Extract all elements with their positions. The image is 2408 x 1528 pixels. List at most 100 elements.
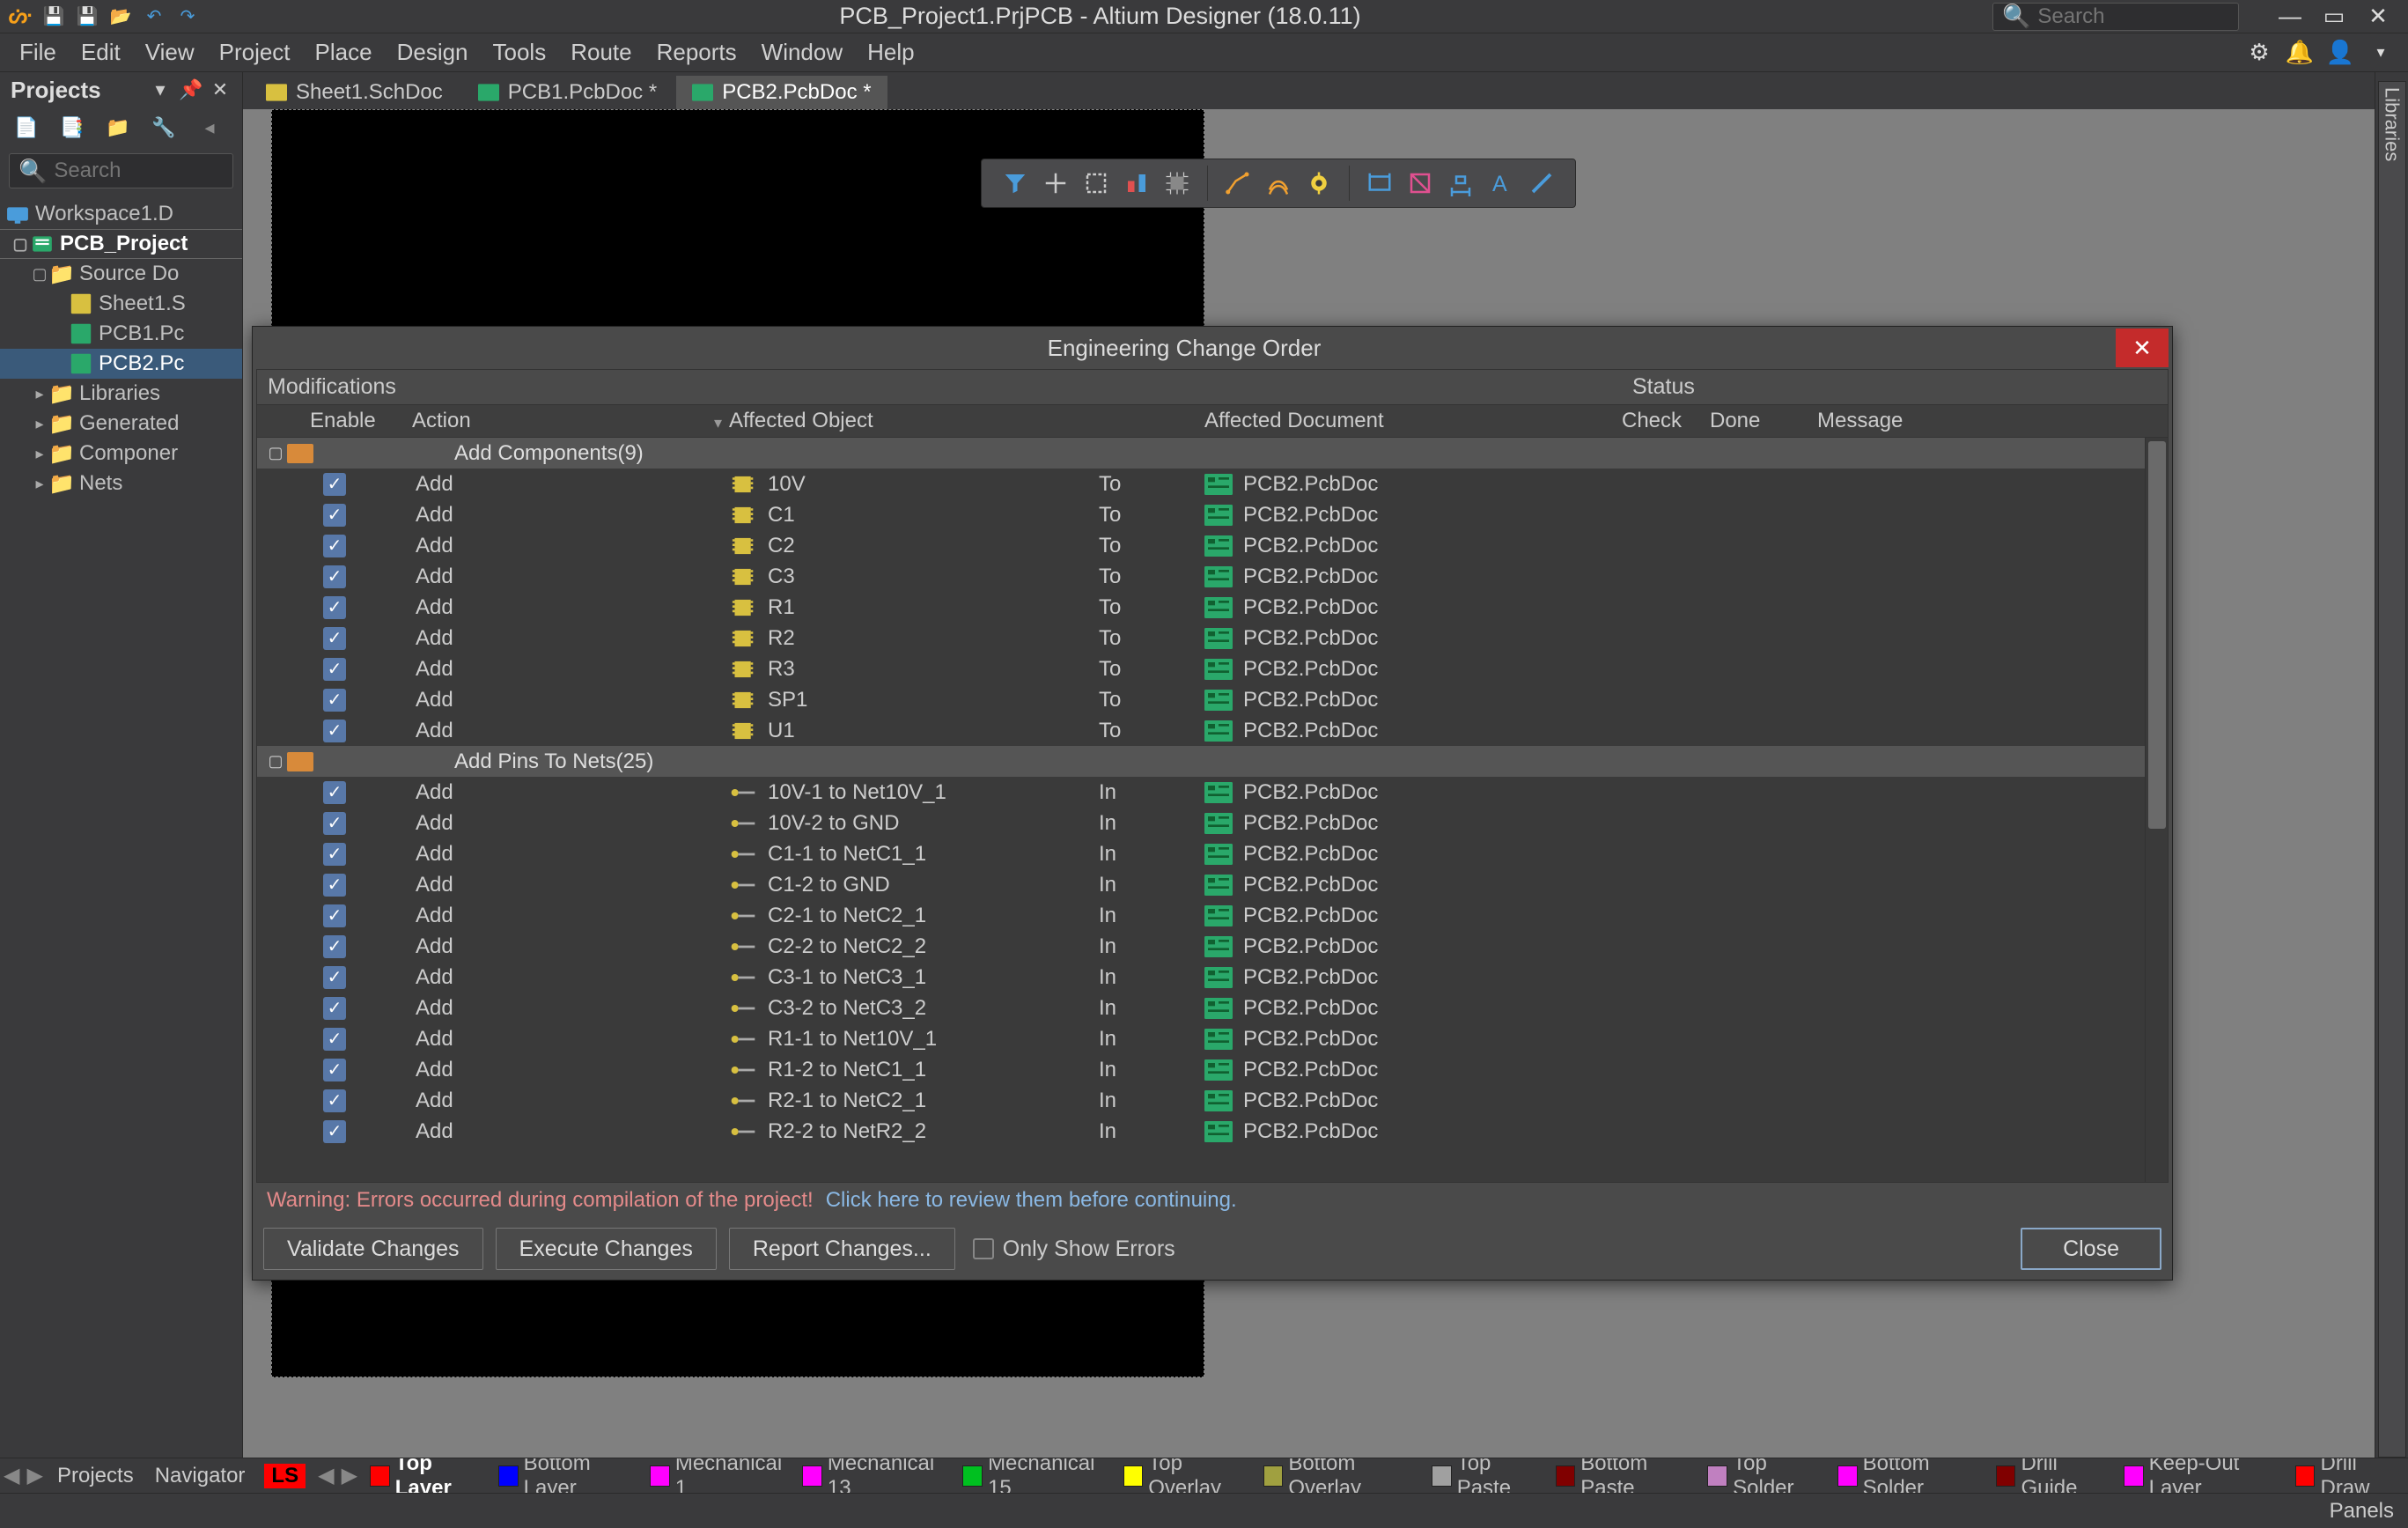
global-search-input[interactable] — [2037, 4, 2229, 29]
eco-row[interactable]: ✓ Add C2-2 to NetC2_2 In PCB2.PcbDoc — [257, 931, 2145, 962]
panel-tab-navigator[interactable]: Navigator — [144, 1462, 256, 1490]
expand-icon[interactable]: ▸ — [30, 415, 49, 433]
pcb-canvas[interactable]: A Engineering Change Order ✕ Modificatio… — [243, 109, 2375, 1458]
user-icon[interactable]: 👤 — [2325, 38, 2355, 68]
libraries-tab[interactable]: Libraries — [2378, 81, 2406, 1458]
col-action[interactable]: Action▾ — [412, 409, 729, 433]
eco-row[interactable]: ✓ Add R1-2 to NetC1_1 In PCB2.PcbDoc — [257, 1054, 2145, 1085]
dimension-icon[interactable] — [1360, 164, 1399, 203]
enable-checkbox[interactable]: ✓ — [323, 966, 346, 989]
notifications-icon[interactable]: 🔔 — [2285, 38, 2315, 68]
line-icon[interactable] — [1522, 164, 1561, 203]
col-check[interactable]: Check — [1622, 409, 1710, 433]
col-affected-document[interactable]: Affected Document — [1204, 409, 1622, 433]
close-button[interactable]: Close — [2021, 1228, 2161, 1270]
eco-row[interactable]: ✓ Add U1 To PCB2.PcbDoc — [257, 715, 2145, 746]
project-toggle-icon[interactable]: ◂ — [194, 112, 225, 144]
project-new-icon[interactable]: 📄 — [11, 112, 42, 144]
menu-project[interactable]: Project — [207, 33, 303, 71]
close-window-button[interactable]: ✕ — [2366, 3, 2390, 30]
enable-checkbox[interactable]: ✓ — [323, 504, 346, 527]
enable-checkbox[interactable]: ✓ — [323, 997, 346, 1020]
layer-tab[interactable]: Bottom Solder — [1829, 1458, 1987, 1493]
tree-document[interactable]: Sheet1.S — [0, 289, 242, 319]
enable-checkbox[interactable]: ✓ — [323, 843, 346, 866]
eco-row[interactable]: ✓ Add R2-1 to NetC2_1 In PCB2.PcbDoc — [257, 1085, 2145, 1116]
eco-close-button[interactable]: ✕ — [2116, 328, 2169, 367]
collapse-icon[interactable]: ▢ — [257, 444, 287, 462]
text-icon[interactable]: A — [1482, 164, 1521, 203]
collapse-icon[interactable]: ▢ — [257, 752, 287, 771]
eco-row[interactable]: ✓ Add R3 To PCB2.PcbDoc — [257, 653, 2145, 684]
eco-row[interactable]: ✓ Add 10V-1 to Net10V_1 In PCB2.PcbDoc — [257, 777, 2145, 808]
menu-route[interactable]: Route — [558, 33, 644, 71]
layer-tab[interactable]: Mechanical 15 — [954, 1458, 1114, 1493]
layer-tab[interactable]: Top Layer — [361, 1458, 490, 1493]
enable-checkbox[interactable]: ✓ — [323, 473, 346, 496]
document-tab[interactable]: PCB1.PcbDoc * — [462, 76, 673, 109]
eco-row[interactable]: ✓ Add C3-1 to NetC3_1 In PCB2.PcbDoc — [257, 962, 2145, 993]
enable-checkbox[interactable]: ✓ — [323, 904, 346, 927]
layer-tab[interactable]: Drill Draw — [2286, 1458, 2408, 1493]
maximize-button[interactable]: ▭ — [2322, 3, 2346, 30]
layer-tab[interactable]: Drill Guide — [1987, 1458, 2115, 1493]
layer-set-button[interactable]: LS — [264, 1464, 306, 1488]
enable-checkbox[interactable]: ✓ — [323, 1120, 346, 1143]
layer-scroll-left-icon[interactable]: ◀ — [314, 1463, 338, 1488]
enable-checkbox[interactable]: ✓ — [323, 627, 346, 650]
enable-checkbox[interactable]: ✓ — [323, 781, 346, 804]
layer-tab[interactable]: Mechanical 1 — [641, 1458, 793, 1493]
component-icon[interactable] — [1158, 164, 1197, 203]
expand-icon[interactable]: ▢ — [11, 235, 30, 254]
panel-tab-projects[interactable]: Projects — [47, 1462, 144, 1490]
panel-menu-icon[interactable]: ▾ — [149, 78, 172, 101]
menu-design[interactable]: Design — [385, 33, 481, 71]
measure-icon[interactable] — [1441, 164, 1480, 203]
enable-checkbox[interactable]: ✓ — [323, 935, 346, 958]
document-tab[interactable]: PCB2.PcbDoc * — [676, 76, 887, 109]
save-all-icon[interactable]: 💾 — [74, 4, 100, 30]
menu-edit[interactable]: Edit — [69, 33, 133, 71]
expand-icon[interactable]: ▢ — [30, 265, 49, 284]
menu-tools[interactable]: Tools — [481, 33, 559, 71]
menu-help[interactable]: Help — [855, 33, 926, 71]
eco-row[interactable]: ✓ Add R2 To PCB2.PcbDoc — [257, 623, 2145, 653]
layer-tab[interactable]: Bottom Layer — [490, 1458, 641, 1493]
via-icon[interactable] — [1300, 164, 1338, 203]
panel-close-icon[interactable]: ✕ — [209, 78, 232, 101]
filter-icon[interactable] — [996, 164, 1035, 203]
enable-checkbox[interactable]: ✓ — [323, 596, 346, 619]
execute-changes-button[interactable]: Execute Changes — [496, 1228, 717, 1270]
eco-row[interactable]: ✓ Add 10V To PCB2.PcbDoc — [257, 469, 2145, 499]
layer-tab[interactable]: Mechanical 13 — [793, 1458, 954, 1493]
layer-scroll-right-icon[interactable]: ▶ — [338, 1463, 362, 1488]
col-message[interactable]: Message — [1807, 409, 2168, 433]
eco-row[interactable]: ✓ Add C1-1 to NetC1_1 In PCB2.PcbDoc — [257, 838, 2145, 869]
settings-icon[interactable]: ⚙ — [2244, 38, 2274, 68]
menu-window[interactable]: Window — [749, 33, 855, 71]
enable-checkbox[interactable]: ✓ — [323, 658, 346, 681]
eco-row[interactable]: ✓ Add R1 To PCB2.PcbDoc — [257, 592, 2145, 623]
diff-pair-route-icon[interactable] — [1259, 164, 1298, 203]
validate-changes-button[interactable]: Validate Changes — [263, 1228, 483, 1270]
projects-search-input[interactable] — [54, 159, 224, 183]
tree-document[interactable]: PCB2.Pc — [0, 349, 242, 379]
user-dropdown-icon[interactable]: ▾ — [2366, 38, 2396, 68]
project-settings-icon[interactable]: 🔧 — [148, 112, 180, 144]
save-icon[interactable]: 💾 — [41, 4, 67, 30]
layer-tab[interactable]: Top Overlay — [1115, 1458, 1255, 1493]
eco-row[interactable]: ✓ Add C2 To PCB2.PcbDoc — [257, 530, 2145, 561]
menu-place[interactable]: Place — [303, 33, 385, 71]
expand-icon[interactable]: ▸ — [30, 445, 49, 463]
eco-row[interactable]: ✓ Add R1-1 to Net10V_1 In PCB2.PcbDoc — [257, 1023, 2145, 1054]
eco-group-row[interactable]: ▢ Add Components(9) — [257, 438, 2145, 469]
tree-workspace[interactable]: Workspace1.D — [0, 199, 242, 229]
projects-search[interactable]: 🔍 — [9, 153, 233, 188]
expand-icon[interactable]: ▸ — [30, 475, 49, 493]
tree-folder[interactable]: ▸ 📁 Generated — [0, 409, 242, 439]
eco-row[interactable]: ✓ Add SP1 To PCB2.PcbDoc — [257, 684, 2145, 715]
layer-tab[interactable]: Bottom Paste — [1547, 1458, 1699, 1493]
col-enable[interactable]: Enable — [257, 409, 412, 433]
open-icon[interactable]: 📂 — [107, 4, 134, 30]
only-errors-checkbox[interactable]: Only Show Errors — [973, 1236, 1175, 1262]
